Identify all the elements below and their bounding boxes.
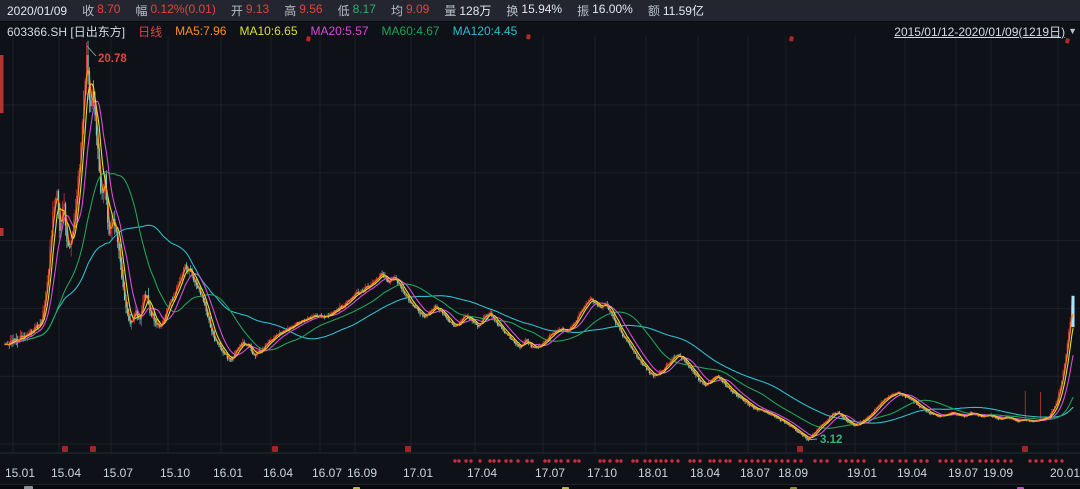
quote-field: 换 15.94%: [506, 2, 563, 18]
time-tick-label: 16.04: [263, 466, 294, 480]
ma-legend-ma120: MA120:4.45: [452, 24, 518, 38]
time-tick-label: 19.01: [847, 466, 878, 480]
time-tick-label: 18.04: [690, 466, 721, 480]
svg-text:3.12: 3.12: [820, 434, 842, 446]
chart-toolbar: 603366.SH [日出东方] 日线 MA5:7.96 MA10:6.65 MA2…: [0, 23, 1080, 39]
quote-field: 振 16.00%: [577, 2, 633, 18]
time-tick-label: 16.09: [347, 466, 378, 480]
time-tick-label: 19.07: [948, 466, 979, 480]
time-tick-label: 19.04: [897, 466, 928, 480]
time-tick-label: 17.10: [587, 466, 618, 480]
time-tick-label: 15.04: [51, 466, 82, 480]
time-tick-label: 18.09: [778, 466, 809, 480]
quote-field: 额 11.59亿: [647, 4, 704, 18]
quote-field: 量 128万: [444, 4, 492, 18]
time-tick-label: 19.09: [983, 466, 1014, 480]
ma-legend-ma10: MA10:6.65: [239, 24, 298, 38]
quote-date: 2020/01/09: [7, 3, 68, 18]
time-tick-label: 15.10: [160, 466, 191, 480]
time-tick-label: 16.01: [213, 466, 244, 480]
quote-field: 低 8.17: [337, 2, 376, 18]
quote-field: 收 8.70: [82, 2, 121, 18]
time-tick-label: 15.01: [5, 466, 36, 480]
quote-field: 开 9.13: [230, 2, 270, 18]
candlestick-chart[interactable]: 20.78 3.12: [0, 21, 1080, 484]
time-tick-label: 15.07: [103, 466, 134, 480]
stock-chart-window: 2020/01/09 收 8.70 幅 0.12%(0.01) 开 9.13 高 9.56 低 8…: [0, 0, 1080, 489]
time-tick-label: 16.07: [312, 466, 343, 480]
date-range-label[interactable]: 2015/01/12-2020/01/09(1219日): [894, 23, 1065, 40]
time-tick-label: 17.01: [403, 466, 434, 480]
quote-fields: 收 8.70 幅 0.12%(0.01) 开 9.13 高 9.56 低 8.17 均 9.09 量 12…: [82, 2, 704, 19]
ma-legend: MA5:7.96 MA10:6.65 MA20:5.57 MA60:4.67 MA120…: [175, 24, 517, 38]
svg-text:20.78: 20.78: [98, 53, 127, 65]
date-range-selector[interactable]: 2015/01/12-2020/01/09(1219日) ▼: [894, 23, 1077, 39]
time-axis: 15.01 15.04 15.07 15.10 16.01 16.04 16.07 16.09…: [0, 466, 1080, 483]
time-tick-label: 17.04: [467, 466, 498, 480]
quote-summary-bar: 2020/01/09 收 8.70 幅 0.12%(0.01) 开 9.13 高 9.56 低 8…: [0, 0, 1080, 22]
quote-field: 高 9.56: [284, 2, 323, 18]
ma-legend-ma20: MA20:5.57: [310, 24, 369, 38]
time-tick-label: 20.01: [1050, 466, 1080, 480]
quote-field: 均 9.09: [390, 2, 430, 18]
period-daily-button[interactable]: 日线: [138, 23, 162, 40]
symbol-title: 603366.SH [日出东方]: [7, 24, 126, 39]
range-dropdown-triangle-icon[interactable]: ▼: [1068, 26, 1077, 36]
ma-legend-ma5: MA5:7.96: [175, 24, 227, 38]
time-tick-label: 17.07: [535, 466, 566, 480]
quote-field: 幅 0.12%(0.01): [135, 2, 216, 18]
lower-panel-edge: [0, 484, 1080, 489]
time-tick-label: 18.01: [638, 466, 669, 480]
ma-legend-ma60: MA60:4.67: [381, 24, 440, 38]
time-tick-label: 18.07: [740, 466, 771, 480]
